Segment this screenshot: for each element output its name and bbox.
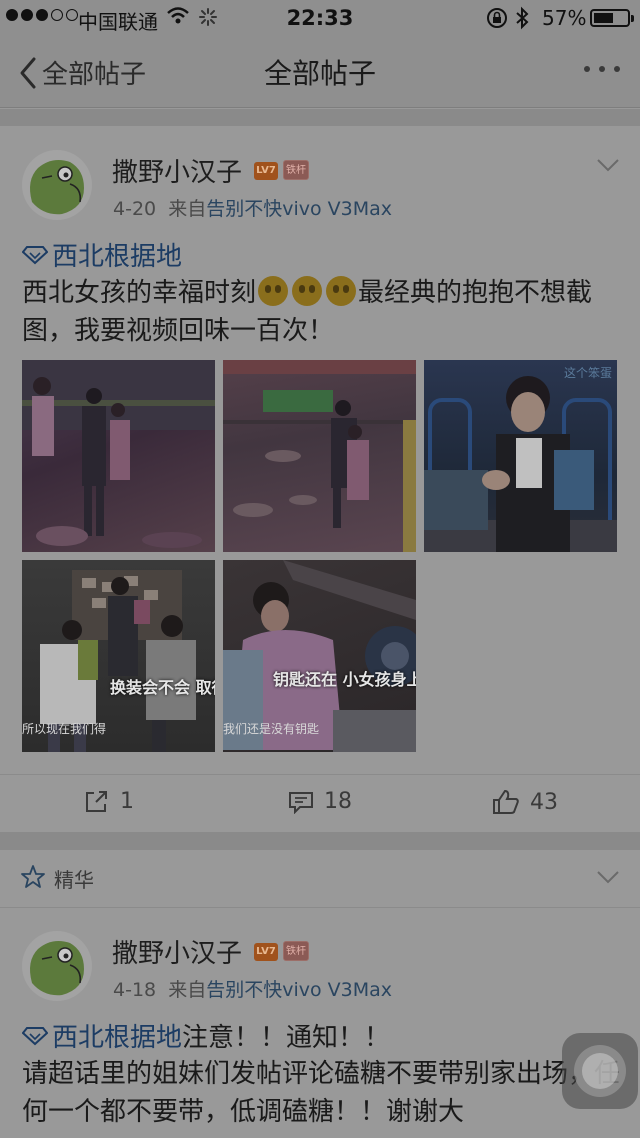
comment-button[interactable]: 18 <box>288 789 352 814</box>
post-meta: 4-20 来自告别不快vivo V3Max <box>113 194 392 221</box>
more-dot-icon <box>614 66 620 72</box>
more-dot-icon <box>599 66 605 72</box>
source-prefix: 来自 <box>168 198 207 220</box>
post-image[interactable]: 这个笨蛋 <box>424 360 617 552</box>
post-text: 请超话里的姐妹们发帖评论磕糖不要带别家出场，任何一个都不要带，低调磕糖！！谢谢大 <box>22 1059 621 1127</box>
author-name[interactable]: 撒野小汉子 <box>112 152 242 189</box>
share-icon <box>86 790 107 812</box>
post-source-link[interactable]: 告别不快vivo V3Max <box>206 979 392 1001</box>
avatar[interactable] <box>22 931 92 1001</box>
post-image[interactable] <box>223 360 416 552</box>
author-name[interactable]: 撒野小汉子 <box>112 933 242 970</box>
diamond-icon <box>22 1026 48 1045</box>
source-prefix: 来自 <box>168 979 207 1001</box>
level-badge: LV7 <box>254 943 278 961</box>
rank-badge: 铁杆 <box>283 941 309 961</box>
back-button[interactable]: 全部帖子 <box>18 54 146 91</box>
post-image[interactable]: 换装会不会 取得密码提示 所以现在我们得 <box>22 560 215 752</box>
section-divider <box>0 832 640 850</box>
topic-line: 西北根据地 注意！！通知！！ <box>22 1017 390 1054</box>
post-text-part: 西北女孩的幸福时刻 <box>22 278 257 308</box>
level-badge: LV7 <box>254 162 278 180</box>
assistive-touch-button[interactable] <box>562 1033 638 1109</box>
chevron-down-icon[interactable] <box>596 158 620 172</box>
avatar[interactable] <box>22 150 92 220</box>
post-text: 西北女孩的幸福时刻 最经典的抱抱不想截图，我要视频回味一百次！ <box>22 274 622 350</box>
star-icon <box>21 865 45 888</box>
battery-percent: 57% <box>542 6 587 30</box>
crying-emoji-icon <box>292 276 323 306</box>
crying-emoji-icon <box>258 276 289 306</box>
chevron-left-icon <box>20 57 36 88</box>
assistive-touch-core <box>582 1053 618 1089</box>
post-text-part: 注意！！通知！！ <box>182 1023 391 1053</box>
post-card[interactable]: 撒野小汉子 LV7 铁杆 4-18 来自告别不快vivo V3Max 西北根据地… <box>0 909 640 1138</box>
status-bar: 中国联通 22:33 57% <box>0 0 640 36</box>
share-button[interactable]: 1 <box>84 789 134 814</box>
post-image[interactable] <box>22 360 215 552</box>
featured-section-header[interactable]: 精华 <box>0 850 640 908</box>
post-source-link[interactable]: 告别不快vivo V3Max <box>206 198 392 220</box>
comment-icon <box>289 791 313 814</box>
rotation-lock-icon <box>486 7 508 34</box>
crying-emoji-icon <box>326 276 357 306</box>
post-date: 4-18 <box>113 979 157 1001</box>
rank-badge: 铁杆 <box>283 160 309 180</box>
topic-label: 西北根据地 <box>52 242 183 272</box>
diamond-icon <box>22 245 48 264</box>
more-dot-icon <box>584 66 590 72</box>
back-button-label: 全部帖子 <box>42 60 147 90</box>
image-caption: 钥匙还在 小女孩身上 <box>273 670 416 689</box>
post-meta: 4-18 来自告别不快vivo V3Max <box>113 975 392 1002</box>
like-button[interactable]: 43 <box>492 789 558 815</box>
topic-link[interactable]: 西北根据地 <box>52 1017 182 1054</box>
chevron-down-icon[interactable] <box>596 870 620 884</box>
more-options-button[interactable] <box>584 66 620 72</box>
navigation-bar: 全部帖子 全部帖子 <box>0 36 640 108</box>
image-caption-secondary: 所以现在我们得 <box>22 722 107 736</box>
comment-count: 18 <box>324 789 352 814</box>
post-date: 4-20 <box>113 198 157 220</box>
post-image[interactable]: 钥匙还在 小女孩身上 我们还是没有钥匙 <box>223 560 416 752</box>
featured-label: 精华 <box>54 868 94 892</box>
share-count: 1 <box>120 789 134 814</box>
post-card[interactable]: 撒野小汉子 LV7 铁杆 4-20 来自告别不快vivo V3Max 西北根据地… <box>0 126 640 832</box>
image-caption: 换装会不会 取得密码提示 <box>110 678 215 697</box>
image-caption-secondary: 我们还是没有钥匙 <box>223 722 320 736</box>
topic-link[interactable]: 西北根据地 <box>22 236 182 273</box>
section-divider <box>0 109 640 126</box>
bluetooth-icon <box>514 6 530 35</box>
like-count: 43 <box>530 789 558 815</box>
battery-icon <box>590 9 634 27</box>
image-caption: 这个笨蛋 <box>564 366 613 380</box>
post-actions: 1 18 43 <box>0 774 640 832</box>
thumbs-up-icon <box>493 789 519 814</box>
